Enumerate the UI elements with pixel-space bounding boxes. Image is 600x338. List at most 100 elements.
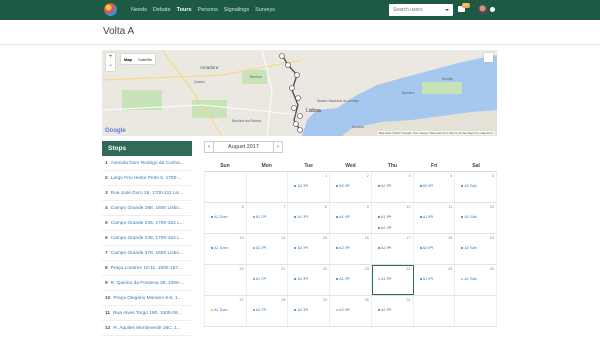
calendar-day[interactable]: 1 A2 3ªf [288, 172, 331, 202]
avatar[interactable] [477, 4, 488, 15]
stop-item[interactable]: 7 Campo Grande 378, 1600 Lisbo... [102, 246, 192, 261]
calendar-day[interactable]: 10 A1 5ªf A2 4ªf [372, 203, 414, 233]
calendar-event[interactable]: A2 4ªf [336, 184, 349, 188]
calendar-event[interactable]: A1 5ªf [378, 215, 391, 219]
calendar-day[interactable]: 25 A1 6ªf [414, 265, 456, 295]
calendar-header: ‹ August 2017 › [204, 141, 283, 155]
calendar-event[interactable]: A1 Dom [211, 308, 228, 312]
stop-item[interactable]: 5 Campo Grande 245, 1700-162 L... [102, 216, 192, 231]
calendar-day[interactable] [247, 172, 289, 202]
calendar-day[interactable]: 14 A2 2ªf [247, 234, 289, 264]
calendar-day[interactable]: 18 A2 6ªf [414, 234, 456, 264]
calendar-day[interactable]: 7 A1 2ªf [247, 203, 289, 233]
calendar-event[interactable]: A2 4ªf [336, 246, 349, 250]
stop-number: 8 [105, 266, 108, 271]
calendar-day[interactable]: 28 A2 2ªf [247, 296, 289, 326]
nav-debate[interactable]: Debate [153, 7, 171, 13]
stop-item[interactable]: 12 R. Aquiles Monteverde 26C, 1... [102, 321, 192, 336]
calendar-day[interactable]: 4 A2 6ªf [414, 172, 456, 202]
calendar-day[interactable]: 2 A2 4ªf [330, 172, 372, 202]
calendar-event[interactable]: A2 5ªf [378, 184, 391, 188]
map-attribution[interactable]: Map data ©2017 Google, Inst. Geogr. Naci… [376, 131, 495, 135]
calendar-day[interactable]: 24 A1 5ªf [371, 265, 414, 295]
calendar-event[interactable]: A1 3ªf [294, 277, 307, 281]
calendar-day[interactable]: 31 A2 5ªf [372, 296, 414, 326]
calendar-event[interactable]: A2 Sáb [461, 184, 476, 188]
map-type-control[interactable]: Map Satellite [121, 54, 156, 64]
stop-item[interactable]: 3 Rua José Duro 26, 1700-111 Lis... [102, 186, 192, 201]
calendar-event[interactable]: A1 Sáb [461, 277, 476, 281]
fullscreen-icon[interactable] [484, 53, 493, 62]
calendar-event[interactable]: A1 Dom [211, 246, 228, 250]
calendar-event[interactable]: A2 2ªf [253, 308, 266, 312]
calendar-day[interactable] [455, 296, 498, 326]
calendar-day[interactable]: 9 A1 4ªf [330, 203, 372, 233]
calendar-day[interactable]: 30 A2 4ªf [330, 296, 372, 326]
search-users-select[interactable]: Search users [389, 4, 453, 16]
map-type-satellite[interactable]: Satellite [135, 54, 155, 64]
calendar-day[interactable]: 12 A1 Sáb [455, 203, 498, 233]
calendar-event[interactable]: A2 3ªf [294, 184, 307, 188]
map-type-map[interactable]: Map [121, 54, 135, 64]
calendar-day[interactable]: 17 A2 5ªf [372, 234, 414, 264]
calendar-event[interactable]: A2 5ªf [378, 308, 391, 312]
stop-item[interactable]: 1 Avenida Dom Rodrigo da Cunha... [102, 156, 192, 171]
calendar-event[interactable]: A2 5ªf [378, 246, 391, 250]
prev-month-button[interactable]: ‹ [204, 141, 214, 153]
calendar-event[interactable]: A1 5ªf [378, 277, 391, 281]
calendar-event[interactable]: A1 Sáb [461, 215, 476, 219]
route-map[interactable]: Amadora Queluz Benfica Lisboa Museu Naci… [102, 50, 497, 136]
calendar-day[interactable]: 13 A1 Dom [204, 234, 247, 264]
app-logo[interactable] [104, 3, 117, 16]
calendar-day[interactable]: 27 A1 Dom [204, 296, 247, 326]
calendar-day[interactable]: 26 A1 Sáb [455, 265, 498, 295]
stop-item[interactable]: 10 Praça Olegário Mariano 5-6, 1... [102, 291, 192, 306]
calendar-day[interactable]: 19 A2 Sáb [455, 234, 498, 264]
stop-item[interactable]: 6 Campo Grande 245, 1700-162 L... [102, 231, 192, 246]
calendar-day[interactable]: 16 A2 4ªf [330, 234, 372, 264]
calendar-day[interactable]: 29 A2 3ªf [288, 296, 331, 326]
nav-tours[interactable]: Tours [177, 7, 192, 13]
calendar-event[interactable]: A1 6ªf [420, 215, 433, 219]
calendar-day[interactable]: 3 A2 5ªf [372, 172, 414, 202]
gear-icon[interactable] [490, 7, 495, 12]
stop-item[interactable]: 8 Praça Londres 10-11, 1000-167... [102, 261, 192, 276]
map-zoom-control[interactable]: + − [106, 53, 115, 71]
stop-item[interactable]: 4 Campo Grande 398, 1600 Lisbo... [102, 201, 192, 216]
calendar-day[interactable]: 6 A2 Dom [204, 203, 247, 233]
next-month-button[interactable]: › [273, 141, 283, 153]
calendar-event[interactable]: A2 4ªf [378, 226, 391, 230]
calendar-event[interactable]: A2 4ªf [336, 308, 349, 312]
stop-item[interactable]: 11 Rua Alves Torgo 190, 1000-09... [102, 306, 192, 321]
nav-persons[interactable]: Persons [198, 7, 218, 13]
calendar-event[interactable]: A2 3ªf [294, 246, 307, 250]
nav-surveys[interactable]: Surveys [255, 7, 275, 13]
calendar-event[interactable]: A2 Sáb [461, 246, 476, 250]
calendar-event[interactable]: A1 3ªf [294, 215, 307, 219]
calendar-event[interactable]: A1 2ªf [253, 215, 266, 219]
calendar-day[interactable]: 20 [204, 265, 247, 295]
calendar-event[interactable]: A1 2ªf [253, 277, 266, 281]
calendar-event[interactable]: A2 3ªf [294, 308, 307, 312]
stop-item[interactable]: 9 R. Quirino da Fonseca 28, 1000-... [102, 276, 192, 291]
nav-needs[interactable]: Needs [131, 7, 147, 13]
nav-signalings[interactable]: Signalings [224, 7, 249, 13]
calendar-day[interactable]: 8 A1 3ªf [288, 203, 331, 233]
calendar-day[interactable] [414, 296, 456, 326]
calendar-event[interactable]: A2 Dom [211, 215, 228, 219]
calendar-event[interactable]: A1 6ªf [420, 277, 433, 281]
calendar-day[interactable] [204, 172, 247, 202]
calendar-day[interactable]: 23 A1 4ªf [330, 265, 372, 295]
calendar-day[interactable]: 5 A2 Sáb [455, 172, 498, 202]
calendar-event[interactable]: A1 4ªf [336, 215, 349, 219]
calendar-event[interactable]: A1 4ªf [336, 277, 349, 281]
calendar-event[interactable]: A2 2ªf [253, 246, 266, 250]
stop-item[interactable]: 2 Largo Frei Heitor Pinto 6, 1700-... [102, 171, 192, 186]
calendar-day[interactable]: 15 A2 3ªf [288, 234, 331, 264]
calendar-event[interactable]: A2 6ªf [420, 184, 433, 188]
calendar-day[interactable]: 21 A1 2ªf [247, 265, 289, 295]
calendar-event[interactable]: A2 6ªf [420, 246, 433, 250]
calendar-day[interactable]: 22 A1 3ªf [288, 265, 331, 295]
stop-number: 12 [105, 326, 111, 331]
calendar-day[interactable]: 11 A1 6ªf [414, 203, 456, 233]
